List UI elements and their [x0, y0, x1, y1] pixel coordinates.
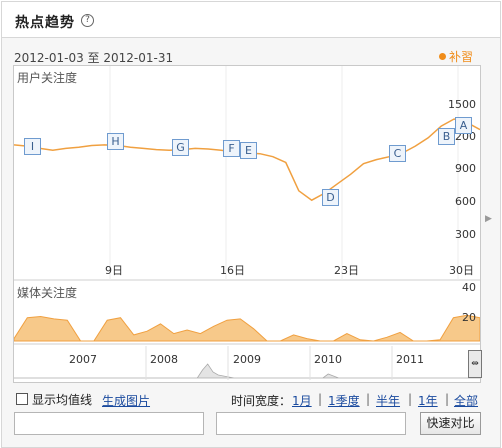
- event-marker-a[interactable]: A: [455, 117, 472, 134]
- event-marker-g[interactable]: G: [172, 139, 189, 156]
- panel-header: 热点趋势 ?: [1, 1, 501, 38]
- user-attention-label: 用户关注度: [17, 71, 78, 85]
- y-tick-label: 900: [455, 162, 476, 175]
- panel-title: 热点趋势: [15, 15, 75, 31]
- overview-sparkline: [14, 363, 480, 379]
- keyword-input-2[interactable]: [216, 412, 406, 435]
- event-marker-c[interactable]: C: [389, 145, 406, 162]
- legend-label: 补習: [448, 50, 473, 64]
- event-marker-b[interactable]: B: [438, 128, 455, 145]
- timeline-year-label: 2011: [396, 353, 424, 366]
- span-option-1-year[interactable]: 1年: [418, 392, 438, 409]
- y-tick-label: 600: [455, 195, 476, 208]
- x-tick-label: 23日: [334, 264, 359, 277]
- event-marker-h[interactable]: H: [107, 133, 124, 150]
- span-separator: |: [366, 392, 371, 406]
- span-separator: |: [445, 392, 450, 406]
- series-legend[interactable]: 补習: [438, 48, 473, 65]
- quick-compare-button[interactable]: 快速对比: [420, 412, 481, 435]
- span-option-all[interactable]: 全部: [454, 392, 478, 409]
- legend-dot-icon: [438, 53, 446, 60]
- date-range: 2012-01-03 至 2012-01-31: [14, 51, 174, 65]
- event-marker-e[interactable]: E: [240, 142, 257, 159]
- show-avg-label: 显示均值线: [32, 393, 93, 407]
- media-attention-label: 媒体关注度: [17, 286, 78, 300]
- span-option-half-year[interactable]: 半年: [376, 392, 400, 409]
- generate-image-link[interactable]: 生成图片: [102, 392, 150, 409]
- help-icon[interactable]: ?: [81, 14, 94, 27]
- timeline-year-label: 2008: [150, 353, 178, 366]
- keyword-input-1[interactable]: [14, 412, 204, 435]
- x-tick-label: 9日: [105, 264, 123, 277]
- show-avg-checkbox[interactable]: [16, 393, 28, 405]
- event-marker-i[interactable]: I: [24, 138, 41, 155]
- span-option-1-quarter[interactable]: 1季度: [328, 392, 360, 409]
- user-attention-line: [14, 118, 480, 202]
- timeline-drag-handle[interactable]: ⇹: [468, 350, 482, 378]
- span-separator: |: [408, 392, 413, 406]
- y-tick-label: 1500: [448, 98, 476, 111]
- chart-svg[interactable]: [14, 66, 480, 382]
- event-marker-f[interactable]: F: [223, 140, 240, 157]
- event-marker-d[interactable]: D: [322, 189, 339, 206]
- timeline-year-label: 2010: [314, 353, 342, 366]
- span-option-1-month[interactable]: 1月: [292, 392, 312, 409]
- expand-arrow-icon[interactable]: ▶: [485, 214, 495, 228]
- timeline-year-label: 2007: [69, 353, 97, 366]
- media-y-tick-label: 20: [462, 311, 476, 324]
- x-tick-label: 30日: [449, 264, 474, 277]
- time-span-label: 时间宽度：: [231, 394, 292, 408]
- chart-area[interactable]: [13, 65, 481, 383]
- media-y-tick-label: 40: [462, 281, 476, 294]
- x-tick-label: 16日: [220, 264, 245, 277]
- span-separator: |: [318, 392, 323, 406]
- y-tick-label: 300: [455, 228, 476, 241]
- media-attention-area: [14, 314, 480, 342]
- timeline-year-label: 2009: [233, 353, 261, 366]
